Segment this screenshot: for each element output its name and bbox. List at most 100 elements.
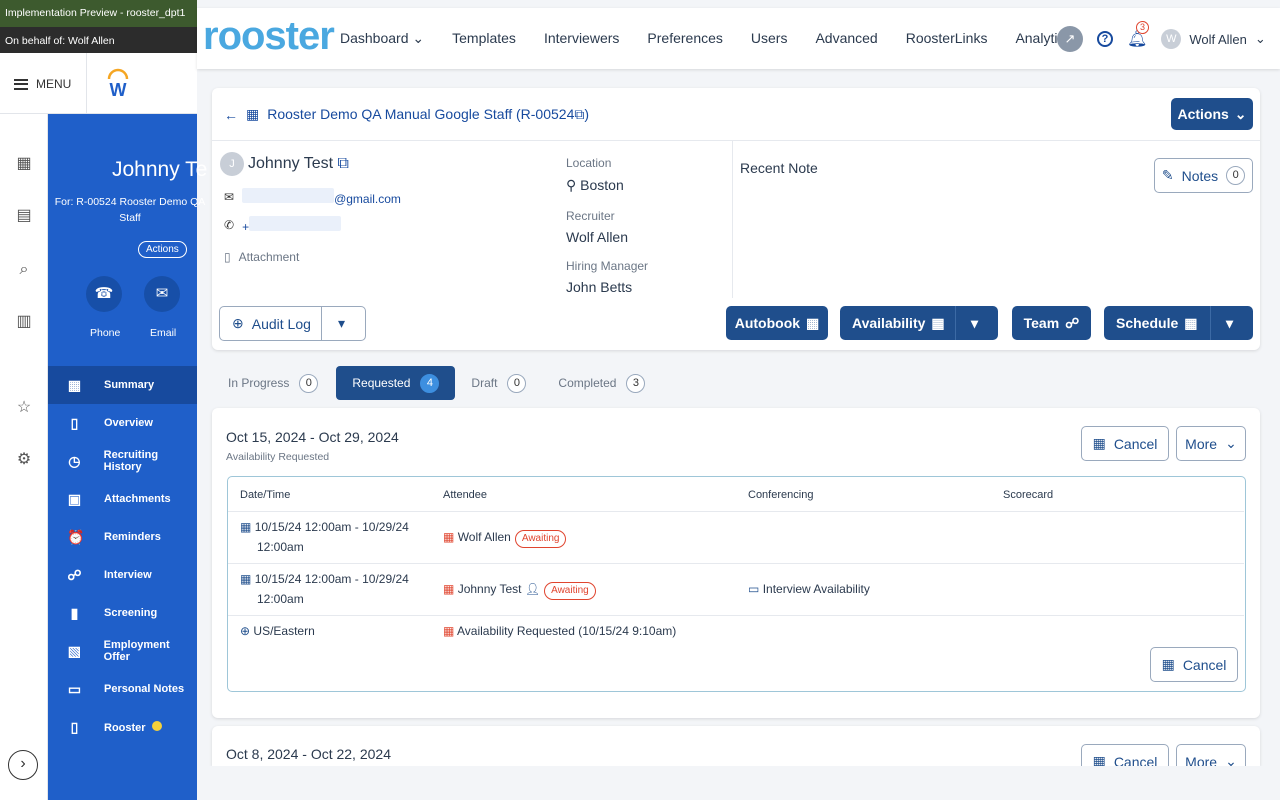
candidate-email[interactable]: ✉ @gmail.com: [224, 188, 401, 206]
nav-reminders[interactable]: ⏰ Reminders: [48, 518, 197, 556]
tab-requested[interactable]: Requested 4: [336, 366, 456, 400]
divider: [228, 615, 1244, 616]
cancel-button[interactable]: ▦ Cancel: [1150, 647, 1238, 682]
svg-text:W: W: [110, 80, 127, 99]
more-button[interactable]: More ⌄: [1176, 744, 1246, 766]
preview-title: Implementation Preview - rooster_dpt1: [5, 7, 186, 19]
dashboard-icon[interactable]: ▦: [14, 154, 34, 174]
calendar-icon: ▦: [1184, 314, 1198, 331]
nav-personal-notes[interactable]: ▭ Personal Notes: [48, 670, 197, 708]
menu-button[interactable]: MENU: [14, 77, 71, 91]
profile-actions-button[interactable]: Actions: [138, 241, 187, 258]
trend-icon[interactable]: ↗: [1057, 26, 1083, 52]
nav-label: Overview: [104, 417, 153, 429]
user-name: Wolf Allen: [1189, 31, 1247, 47]
tab-draft[interactable]: Draft 0: [455, 366, 542, 400]
bell-icon[interactable]: 🔔︎ 3: [1127, 21, 1149, 49]
nav-attachments[interactable]: ▣ Attachments: [48, 480, 197, 518]
more-button[interactable]: More ⌄: [1176, 426, 1246, 461]
nav-recruiting-history[interactable]: ◷ Recruiting History: [48, 442, 197, 480]
candidate-name[interactable]: Johnny Test ⧉: [248, 155, 349, 173]
workday-header: MENU W: [0, 53, 197, 114]
candidate-phone[interactable]: ✆ +: [224, 216, 342, 234]
chevron-down-icon[interactable]: ▾: [1226, 315, 1233, 332]
nav-screening[interactable]: ▮ Screening: [48, 594, 197, 632]
status-badge: Awaiting: [514, 530, 567, 548]
user-menu[interactable]: W Wolf Allen ⌄: [1161, 29, 1266, 49]
cancel-button[interactable]: ▦ Cancel: [1081, 744, 1169, 766]
hiring-manager-value: John Betts: [566, 279, 633, 295]
on-behalf-text: On behalf of: Wolf Allen: [5, 35, 115, 47]
external-link-icon[interactable]: ⧉: [338, 155, 349, 172]
nav-label: Attachments: [104, 493, 171, 505]
tab-in-progress[interactable]: In Progress 0: [212, 366, 334, 400]
team-icon: ☍: [1065, 314, 1080, 331]
nav-label: Summary: [104, 379, 155, 391]
nav-roosterlinks[interactable]: RoosterLinks: [906, 30, 988, 47]
requisition-link[interactable]: Rooster Demo QA Manual Google Staff (R-0…: [267, 106, 589, 123]
notes-button[interactable]: ✎ Notes 0: [1154, 158, 1253, 193]
nav-label: Personal Notes: [104, 683, 185, 695]
chevron-down-icon[interactable]: ▾: [338, 315, 345, 332]
menu-label: MENU: [36, 77, 72, 91]
nav-summary[interactable]: ▦ Summary: [48, 366, 197, 404]
report-icon[interactable]: ▤: [14, 206, 34, 226]
chart-icon[interactable]: ▥: [14, 312, 34, 332]
rooster-logo[interactable]: rooster: [203, 14, 335, 59]
schedule-button[interactable]: Schedule ▦ ▾: [1104, 306, 1253, 340]
cancel-button[interactable]: ▦ Cancel: [1081, 426, 1169, 461]
autobook-button[interactable]: Autobook ▦: [726, 306, 828, 340]
phone-icon[interactable]: ☎: [86, 276, 122, 312]
tab-count: 0: [507, 373, 527, 393]
nav-dashboard[interactable]: Dashboard ⌄: [340, 30, 424, 47]
notification-count: 3: [1136, 21, 1149, 34]
nav-users[interactable]: Users: [751, 30, 788, 47]
nav-preferences[interactable]: Preferences: [647, 30, 722, 47]
document-icon: ▯: [70, 718, 79, 735]
back-arrow-icon[interactable]: ←: [224, 107, 238, 123]
audit-log-button[interactable]: ⊕ Audit Log ▾: [219, 306, 366, 341]
actions-button[interactable]: Actions ⌄: [1171, 98, 1253, 130]
help-icon[interactable]: ?: [1097, 31, 1113, 47]
nav-interview[interactable]: ☍ Interview: [48, 556, 197, 594]
phone-label: Phone: [90, 327, 121, 339]
nav-label: Rooster: [104, 721, 146, 734]
email-label: Email: [150, 327, 177, 339]
chevron-down-icon[interactable]: ▾: [971, 315, 978, 332]
clock-icon: ◷: [68, 452, 81, 469]
external-link-icon[interactable]: ⧉: [574, 106, 584, 122]
hiring-manager-label: Hiring Manager: [566, 259, 649, 273]
workday-logo[interactable]: W: [106, 67, 130, 99]
search-icon[interactable]: ⌕: [14, 260, 34, 280]
column-header: Date/Time: [240, 489, 291, 501]
tab-completed[interactable]: Completed 3: [542, 366, 661, 400]
candidate-profile-panel: Johnny Te For: R-00524 Rooster Demo QA S…: [48, 114, 207, 800]
calendar-x-icon: ▦: [1161, 656, 1175, 672]
email-icon[interactable]: ✉: [144, 276, 180, 312]
nav-overview[interactable]: ▯ Overview: [48, 404, 197, 442]
nav-templates[interactable]: Templates: [452, 30, 516, 47]
mail-icon: ✉: [224, 190, 235, 204]
header-divider: [86, 53, 87, 114]
tab-count: 4: [420, 373, 440, 393]
availability-request-card: Oct 15, 2024 - Oct 29, 2024 Availability…: [212, 408, 1260, 718]
tab-count: 3: [626, 373, 646, 393]
nav-label: Employment Offer: [103, 639, 170, 663]
team-button[interactable]: Team ☍: [1012, 306, 1091, 340]
nav-rooster[interactable]: ▯ Rooster: [48, 708, 197, 746]
request-date-range: Oct 15, 2024 - Oct 29, 2024: [226, 429, 399, 445]
gear-icon[interactable]: ⚙: [14, 450, 34, 470]
attachment-link[interactable]: ▯ Attachment: [224, 250, 299, 264]
chevron-down-icon: ⌄: [1234, 105, 1247, 122]
expand-chevron-icon[interactable]: ›: [8, 750, 38, 780]
nav-advanced[interactable]: Advanced: [815, 30, 877, 47]
availability-button[interactable]: Availability ▦ ▾: [840, 306, 998, 340]
nav-interviewers[interactable]: Interviewers: [544, 30, 619, 47]
calendar-x-icon: ▦: [443, 530, 455, 544]
recruiter-value: Wolf Allen: [566, 229, 628, 245]
pin-icon: ⚲: [566, 177, 577, 193]
dashboard-icon: ▦: [67, 376, 82, 393]
star-icon[interactable]: ☆: [14, 398, 34, 418]
conferencing-link[interactable]: ▭ Interview Availability: [748, 579, 870, 599]
nav-employment-offer[interactable]: ▧ Employment Offer: [48, 632, 197, 670]
